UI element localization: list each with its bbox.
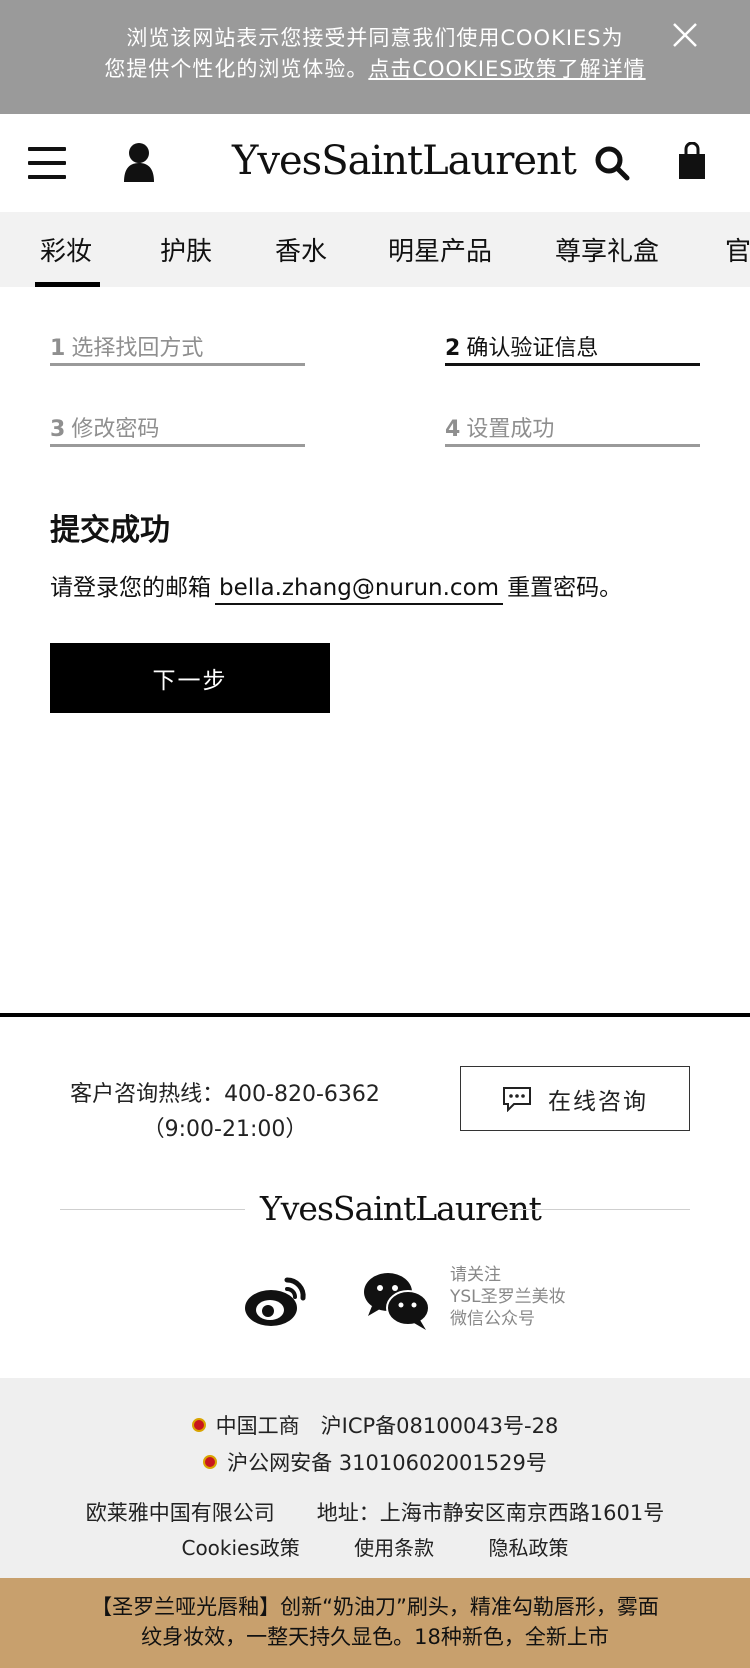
follow-line-1: 请关注: [450, 1265, 501, 1285]
step-2: 2 确认验证信息: [445, 330, 700, 366]
close-icon[interactable]: [670, 20, 700, 50]
cookies-policy-link[interactable]: Cookies政策: [181, 1536, 299, 1560]
step-label: 设置成功: [466, 417, 555, 442]
tab-gift-boxes[interactable]: 尊享礼盒: [555, 231, 659, 268]
cookie-text-prefix: 您提供个性化的浏览体验。: [104, 57, 369, 81]
cookie-text-line2: 您提供个性化的浏览体验。点击COOKIES政策了解详情: [0, 53, 750, 83]
follow-line-2: YSL圣罗兰美妆: [450, 1287, 566, 1307]
step-number: 3: [50, 417, 66, 442]
step-number: 4: [445, 417, 461, 442]
step-1: 1 选择找回方式: [50, 330, 305, 366]
tab-makeup[interactable]: 彩妆: [40, 231, 92, 268]
privacy-policy-link[interactable]: 隐私政策: [489, 1536, 569, 1560]
tab-star-products[interactable]: 明星产品: [388, 231, 492, 268]
step-3: 3 修改密码: [50, 411, 305, 447]
follow-line-3: 微信公众号: [450, 1309, 535, 1329]
footer-logo-row: YvesSaintLaurent: [60, 1185, 690, 1235]
tab-official[interactable]: 官: [725, 231, 750, 268]
police-badge-icon: [203, 1455, 218, 1469]
logo-rule-left: [60, 1209, 245, 1210]
cookie-banner: 浏览该网站表示您接受并同意我们使用COOKIES为 您提供个性化的浏览体验。点击…: [0, 0, 750, 114]
site-header: YvesSaintLaurent: [0, 114, 750, 212]
promo-banner[interactable]: 【圣罗兰哑光唇釉】创新“奶油刀”刷头，精准勾勒唇形，雾面 纹身妆效，一整天持久显…: [0, 1578, 750, 1668]
wechat-follow-text: 请关注 YSL圣罗兰美妆 微信公众号: [450, 1264, 566, 1330]
footer-ysl-logo: YvesSaintLaurent: [260, 1189, 542, 1228]
step-number: 1: [50, 336, 66, 361]
wechat-icon[interactable]: [362, 1270, 432, 1332]
message-prefix: 请登录您的邮箱: [50, 575, 211, 601]
hotline-number[interactable]: 客户咨询热线：400-820-6362: [40, 1077, 410, 1112]
gov-badge-icon: [191, 1418, 206, 1432]
chat-button-label: 在线咨询: [548, 1088, 648, 1115]
terms-of-use-link[interactable]: 使用条款: [354, 1536, 434, 1560]
user-icon[interactable]: [122, 142, 156, 182]
ysl-logo[interactable]: YvesSaintLaurent: [232, 138, 577, 196]
menu-icon[interactable]: [28, 147, 66, 179]
step-number: 2: [445, 336, 461, 361]
reset-message: 请登录您的邮箱 bella.zhang@nurun.com 重置密码。: [50, 568, 623, 605]
step-label: 选择找回方式: [71, 336, 204, 361]
hotline-hours: （9:00-21:00）: [142, 1117, 308, 1142]
shopping-bag-icon[interactable]: [678, 142, 706, 180]
police-registration[interactable]: 沪公网安备 31010602001529号: [0, 1447, 750, 1477]
company-address: 欧莱雅中国有限公司 地址：上海市静安区南京西路1601号: [85, 1501, 665, 1525]
logo-rule-right: [497, 1209, 690, 1210]
tab-skincare[interactable]: 护肤: [160, 231, 212, 268]
step-4: 4 设置成功: [445, 411, 700, 447]
cookie-text-line1: 浏览该网站表示您接受并同意我们使用COOKIES为: [126, 26, 624, 50]
category-tabs: 彩妆 护肤 香水 明星产品 尊享礼盒 官: [0, 212, 750, 287]
promo-line-1: 【圣罗兰哑光唇釉】创新“奶油刀”刷头，精准勾勒唇形，雾面: [91, 1595, 659, 1619]
search-icon[interactable]: [594, 145, 630, 181]
step-label: 修改密码: [71, 417, 160, 442]
chat-icon: [503, 1086, 531, 1112]
weibo-icon[interactable]: [243, 1272, 309, 1328]
police-text: 沪公网安备 31010602001529号: [227, 1451, 547, 1475]
promo-line-2: 纹身妆效，一整天持久显色。18种新色，全新上市: [141, 1625, 609, 1649]
customer-hotline: 客户咨询热线：400-820-6362 （9:00-21:00）: [40, 1077, 410, 1147]
message-suffix: 重置密码。: [507, 575, 623, 601]
page-title: 提交成功: [50, 513, 170, 548]
footer-links: Cookies政策 使用条款 隐私政策: [0, 1532, 750, 1561]
active-tab-indicator: [35, 282, 100, 287]
icp-text: 中国工商 沪ICP备08100043号-28: [215, 1414, 559, 1438]
tab-fragrance[interactable]: 香水: [275, 231, 327, 268]
step-label: 确认验证信息: [466, 336, 599, 361]
footer-divider: [0, 1013, 750, 1017]
online-chat-button[interactable]: 在线咨询: [460, 1066, 690, 1131]
icp-registration[interactable]: 中国工商 沪ICP备08100043号-28: [0, 1410, 750, 1440]
cookie-policy-link[interactable]: 点击COOKIES政策了解详情: [368, 57, 645, 81]
email-link[interactable]: bella.zhang@nurun.com: [215, 575, 504, 605]
next-button[interactable]: 下一步: [50, 643, 330, 713]
